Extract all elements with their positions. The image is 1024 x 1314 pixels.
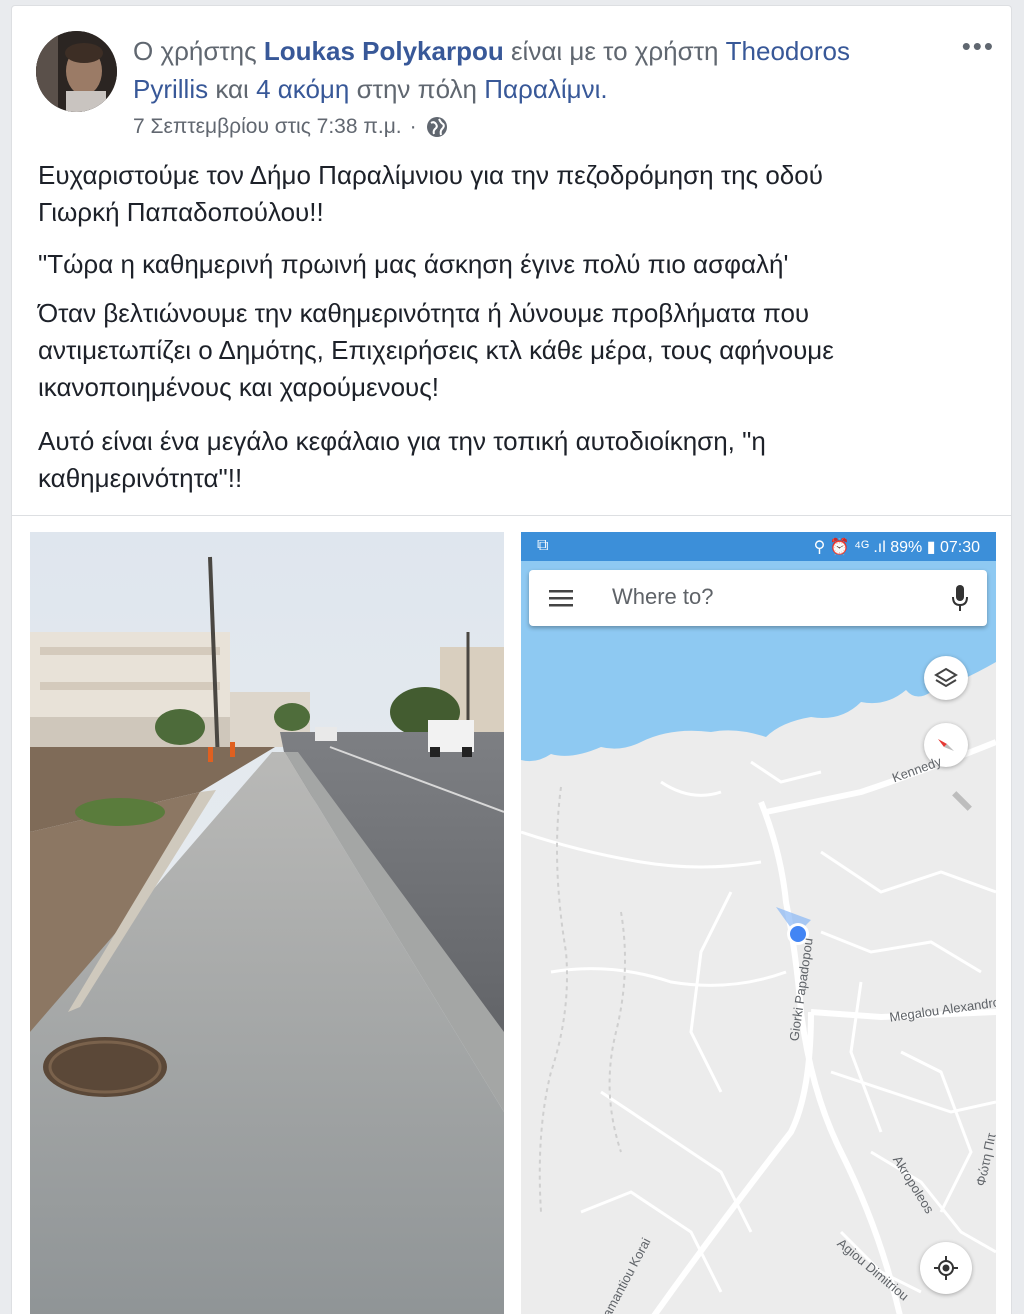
paragraph-line: Γιωρκή Παπαδοπούλου!! bbox=[38, 197, 324, 227]
author-avatar[interactable] bbox=[36, 31, 117, 112]
content-divider bbox=[12, 515, 1011, 516]
sidewalk-photo-image bbox=[30, 532, 504, 1314]
layers-button[interactable] bbox=[924, 656, 968, 700]
screenshot-icon: ⧉ bbox=[537, 537, 549, 554]
my-location-button[interactable] bbox=[920, 1242, 972, 1294]
paragraph-line: καθημερινότητα"!! bbox=[38, 463, 243, 493]
crosshair-icon bbox=[934, 1256, 958, 1280]
post-card: Ο χρήστης Loukas Polykarpou είναι με το … bbox=[11, 5, 1012, 1314]
phone-status-bar: ⧉ ⚲ ⏰ ⁴ᴳ .ıl 89% ▮ 07:30 bbox=[521, 532, 996, 561]
header-in-city-text: στην πόλη bbox=[356, 74, 477, 104]
location-link[interactable]: Παραλίμνι. bbox=[484, 74, 607, 104]
globe-icon[interactable] bbox=[425, 115, 449, 139]
post-header-line-2: Pyrillis και 4 ακόμη στην πόλη Παραλίμνι… bbox=[133, 70, 608, 108]
avatar-image bbox=[36, 31, 117, 112]
map-search-bar[interactable]: Where to? bbox=[529, 570, 987, 626]
search-placeholder[interactable]: Where to? bbox=[612, 584, 714, 610]
sidewalk-photo[interactable] bbox=[30, 532, 504, 1314]
map-screenshot[interactable]: ⧉ ⚲ ⏰ ⁴ᴳ .ıl 89% ▮ 07:30 Where to? Kenne… bbox=[521, 532, 996, 1314]
meta-separator: · bbox=[409, 115, 417, 138]
paragraph-line: Αυτό είναι ένα μεγάλο κεφάλαιο για την τ… bbox=[38, 426, 766, 456]
layers-icon bbox=[934, 667, 958, 688]
paragraph-line: αντιμετωπίζει ο Δημότης, Επιχειρήσεις κτ… bbox=[38, 335, 834, 365]
post-timestamp[interactable]: 7 Σεπτεμβρίου στις 7:38 π.μ. bbox=[133, 114, 402, 140]
header-with-text: είναι με το χρήστη bbox=[510, 36, 719, 66]
post-paragraph-2: "Τώρα η καθημερινή πρωινή μας άσκηση έγι… bbox=[38, 246, 788, 283]
post-meta: 7 Σεπτεμβρίου στις 7:38 π.μ. · bbox=[133, 114, 449, 140]
post-paragraph-4: Αυτό είναι ένα μεγάλο κεφάλαιο για την τ… bbox=[38, 423, 766, 497]
author-name-link[interactable]: Loukas Polykarpou bbox=[264, 36, 504, 66]
paragraph-line: ικανοποιημένους και χαρούμενους! bbox=[38, 372, 440, 402]
paragraph-line: "Τώρα η καθημερινή πρωινή μας άσκηση έγι… bbox=[38, 249, 789, 279]
more-options-button[interactable]: ••• bbox=[962, 33, 995, 59]
header-prefix: Ο χρήστης bbox=[133, 36, 257, 66]
hamburger-menu-icon[interactable] bbox=[549, 588, 573, 608]
paragraph-line: Όταν βελτιώνουμε την καθημερινότητα ή λύ… bbox=[38, 298, 810, 328]
paragraph-line: Ευχαριστούμε τον Δήμο Παραλίμνιου για τη… bbox=[38, 160, 823, 190]
post-header-line-1: Ο χρήστης Loukas Polykarpou είναι με το … bbox=[133, 32, 850, 70]
post-paragraph-1: Ευχαριστούμε τον Δήμο Παραλίμνιου για τη… bbox=[38, 157, 823, 231]
tagged-user-link-cont[interactable]: Pyrillis bbox=[133, 74, 208, 104]
others-link[interactable]: 4 ακόμη bbox=[256, 74, 349, 104]
post-paragraph-3: Όταν βελτιώνουμε την καθημερινότητα ή λύ… bbox=[38, 295, 834, 406]
header-and-text: και bbox=[215, 74, 249, 104]
microphone-icon[interactable] bbox=[951, 584, 969, 612]
status-indicators: ⚲ ⏰ ⁴ᴳ .ıl 89% ▮ 07:30 bbox=[813, 539, 980, 556]
tagged-user-link[interactable]: Theodoros bbox=[726, 36, 850, 66]
